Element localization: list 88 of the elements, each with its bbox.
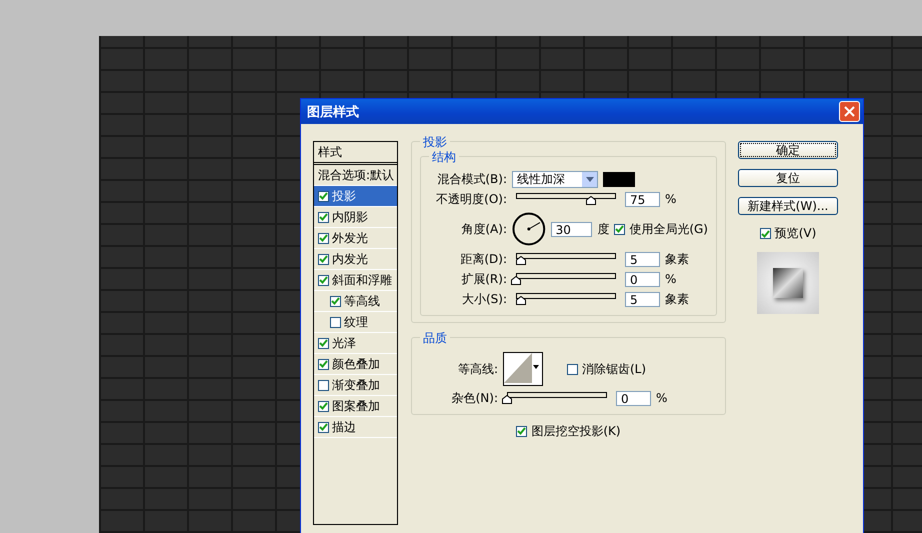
checkbox[interactable] xyxy=(318,400,329,412)
angle-dial-icon[interactable] xyxy=(512,212,546,246)
dialog-button[interactable]: 确定 xyxy=(738,141,838,159)
style-label: 描边 xyxy=(332,418,356,436)
field-label: 不透明度(O): xyxy=(435,190,507,208)
input-field[interactable]: 5 xyxy=(625,252,660,266)
dialog-button[interactable]: 新建样式(W)... xyxy=(738,197,838,215)
style-label: 内发光 xyxy=(332,250,368,268)
field-label: 扩展(R): xyxy=(460,270,507,288)
checkbox[interactable] xyxy=(318,422,329,432)
checkbox[interactable] xyxy=(318,380,329,390)
anti-alias-checkbox[interactable]: 消除锯齿(L) xyxy=(567,360,646,378)
checkbox[interactable] xyxy=(318,274,329,286)
style-list-item[interactable]: 外发光 xyxy=(314,228,397,249)
checkbox[interactable] xyxy=(318,212,329,222)
input-field[interactable]: 5 xyxy=(625,292,660,306)
input-field[interactable]: 0 xyxy=(616,390,651,406)
style-list-item[interactable]: 渐变叠加 xyxy=(314,375,397,396)
checkbox[interactable] xyxy=(318,190,329,202)
close-button[interactable] xyxy=(839,101,860,122)
style-list-item[interactable]: 颜色叠加 xyxy=(314,354,397,375)
style-label: 投影 xyxy=(332,188,356,204)
checkbox-label: 消除锯齿(L) xyxy=(582,360,646,378)
dialog-button[interactable]: 复位 xyxy=(738,169,838,187)
input-field[interactable]: 30 xyxy=(550,222,592,236)
style-label: 图案叠加 xyxy=(332,398,380,414)
field-label: 角度(A): xyxy=(460,220,507,238)
close-icon[interactable] xyxy=(844,106,855,117)
style-list-item[interactable]: 等高线 xyxy=(314,291,397,312)
slider-thumb[interactable] xyxy=(516,256,526,265)
slider-thumb[interactable] xyxy=(502,395,512,404)
checkbox[interactable] xyxy=(760,228,771,239)
gem-drawing xyxy=(773,268,803,298)
input-field[interactable]: 75 xyxy=(625,192,660,206)
slider-thumb[interactable] xyxy=(516,296,526,305)
style-list-item[interactable]: 纹理 xyxy=(314,312,397,333)
color-swatch[interactable] xyxy=(603,172,635,186)
style-label: 光泽 xyxy=(332,334,356,352)
slider-thumb[interactable] xyxy=(586,196,596,205)
field-label: 大小(S): xyxy=(460,290,507,308)
checkbox[interactable] xyxy=(567,364,578,374)
style-list-item[interactable]: 内阴影 xyxy=(314,207,397,228)
checkbox-label: 预览(V) xyxy=(774,225,816,242)
global-light-checkbox[interactable]: 使用全局光(G) xyxy=(614,220,708,238)
style-label: 颜色叠加 xyxy=(332,356,380,372)
checkbox-label: 使用全局光(G) xyxy=(629,220,708,238)
blend-mode-dropdown[interactable]: 线性加深 xyxy=(512,170,598,188)
unit-label: 象素 xyxy=(665,250,689,268)
preview-checkbox[interactable]: 预览(V) xyxy=(760,225,816,242)
list-header: 样式 xyxy=(314,142,397,165)
field-label: 混合模式(B): xyxy=(436,170,507,188)
style-label: 斜面和浮雕 xyxy=(332,272,392,288)
group-title: 结构 xyxy=(429,149,459,166)
group-title: 品质 xyxy=(420,330,450,347)
style-label: 内阴影 xyxy=(332,208,368,226)
contour-curve-icon xyxy=(504,353,532,383)
checkbox[interactable] xyxy=(516,426,528,436)
checkbox[interactable] xyxy=(330,316,341,328)
style-label: 等高线 xyxy=(344,292,380,310)
field-label: 杂色(N): xyxy=(450,390,498,406)
contour-picker[interactable] xyxy=(503,352,543,386)
checkbox[interactable] xyxy=(318,358,329,370)
unit-label: 度 xyxy=(597,220,610,238)
style-label: 外发光 xyxy=(332,230,368,246)
unit-label: % xyxy=(665,272,676,286)
checkbox[interactable] xyxy=(614,224,626,234)
style-label: 混合选项:默认 xyxy=(318,166,394,184)
style-label: 渐变叠加 xyxy=(332,376,380,394)
checkbox[interactable] xyxy=(318,232,329,244)
style-list-item[interactable]: 斜面和浮雕 xyxy=(314,270,397,291)
style-label: 纹理 xyxy=(344,314,368,330)
group-title: 投影 xyxy=(420,134,450,151)
window-title: 图层样式 xyxy=(307,104,359,120)
style-list-item[interactable]: 光泽 xyxy=(314,333,397,354)
style-list-item[interactable]: 内发光 xyxy=(314,249,397,270)
checkbox[interactable] xyxy=(330,296,341,306)
unit-label: % xyxy=(665,192,676,206)
style-list-item[interactable]: 描边 xyxy=(314,417,397,438)
field-label: 等高线: xyxy=(456,360,498,378)
style-list-item[interactable]: 图案叠加 xyxy=(314,396,397,417)
checkbox[interactable] xyxy=(318,254,329,264)
checkbox[interactable] xyxy=(318,338,329,348)
unit-label: % xyxy=(656,391,668,405)
slider-thumb[interactable] xyxy=(511,276,521,285)
input-field[interactable]: 0 xyxy=(625,272,660,286)
unit-label: 象素 xyxy=(665,290,689,308)
style-list-item[interactable]: 投影 xyxy=(314,186,397,207)
field-label: 距离(D): xyxy=(459,250,507,268)
